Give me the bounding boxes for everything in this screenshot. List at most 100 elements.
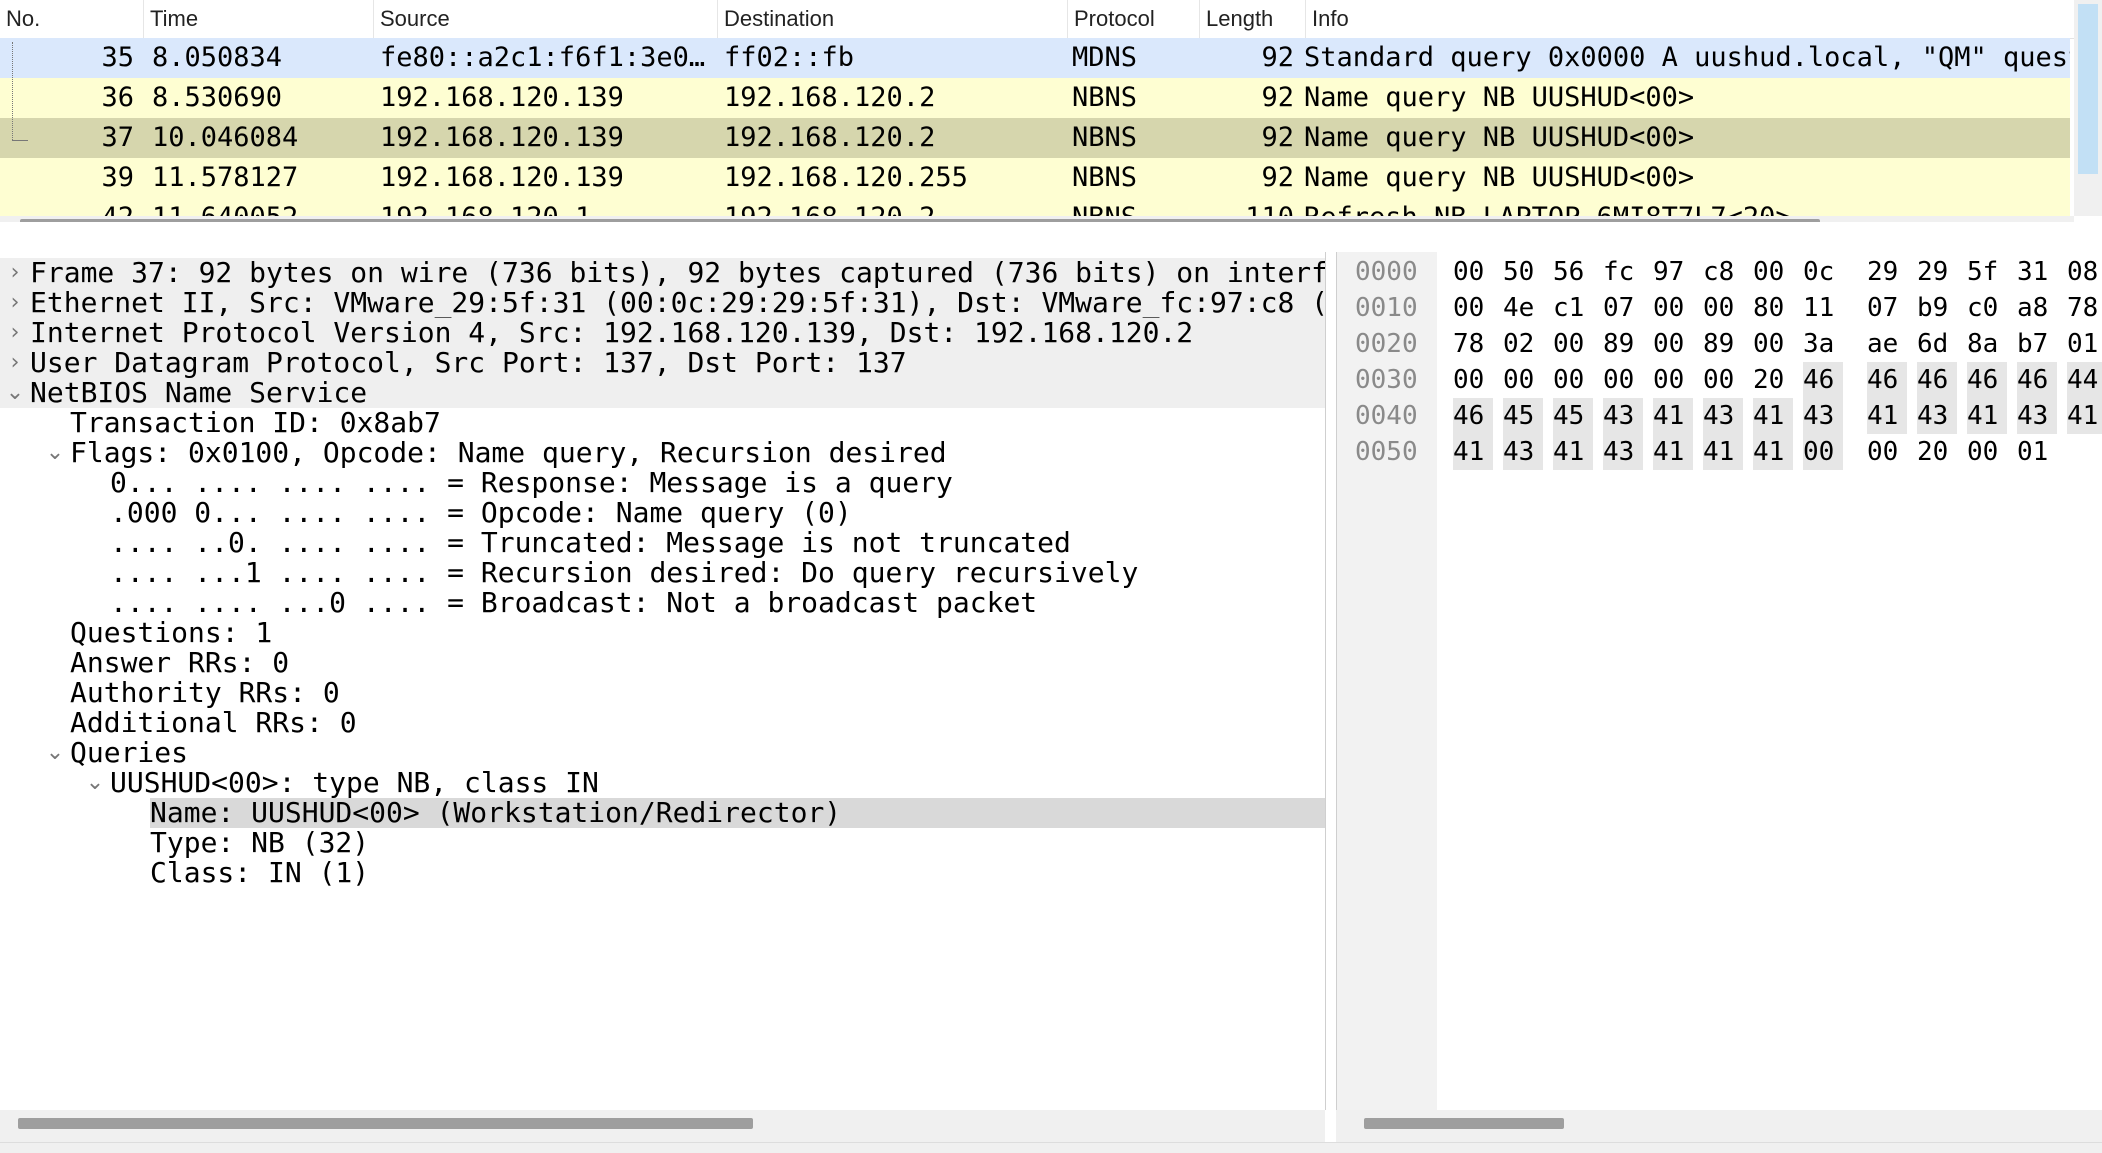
hex-byte[interactable]: a8 [2017, 290, 2057, 326]
hex-byte[interactable]: 07 [1867, 290, 1907, 326]
hex-byte[interactable]: 01 [2017, 434, 2057, 470]
hex-byte[interactable]: 41 [2067, 398, 2102, 434]
detail-tree-item[interactable]: Name: UUSHUD<00> (Workstation/Redirector… [0, 798, 1325, 828]
hex-byte[interactable]: 00 [1703, 290, 1743, 326]
hex-byte[interactable]: 31 [2017, 254, 2057, 290]
hex-byte[interactable]: 29 [1917, 254, 1957, 290]
hex-byte[interactable]: 41 [1553, 434, 1593, 470]
hex-byte[interactable]: 00 [1453, 290, 1493, 326]
detail-tree-item[interactable]: ⌄ Flags: 0x0100, Opcode: Name query, Recu… [0, 438, 1325, 468]
column-length[interactable]: Length [1200, 0, 1306, 38]
expand-arrow-icon[interactable]: › [4, 348, 26, 378]
hex-byte[interactable]: 45 [1553, 398, 1593, 434]
detail-tree-item[interactable]: Additional RRs: 0 [0, 708, 1325, 738]
column-no[interactable]: No. [0, 0, 144, 38]
hex-byte[interactable]: 00 [1967, 434, 2007, 470]
expand-arrow-icon[interactable]: › [4, 258, 26, 288]
hex-byte[interactable]: fc [1603, 254, 1643, 290]
hex-byte[interactable]: 00 [1753, 254, 1793, 290]
hex-byte[interactable]: 00 [1753, 326, 1793, 362]
hex-byte[interactable]: 41 [1867, 398, 1907, 434]
hex-byte[interactable]: 43 [1603, 434, 1643, 470]
detail-tree-item[interactable]: ⌄ UUSHUD<00>: type NB, class IN [0, 768, 1325, 798]
hex-byte[interactable]: 46 [2017, 362, 2057, 398]
details-horizontal-scrollbar[interactable] [0, 1110, 1325, 1142]
hex-byte[interactable]: 00 [1603, 362, 1643, 398]
hex-byte[interactable]: c8 [1703, 254, 1743, 290]
hex-byte[interactable]: b7 [2017, 326, 2057, 362]
hex-byte[interactable]: 00 [1703, 362, 1743, 398]
collapse-arrow-icon[interactable]: ⌄ [4, 378, 26, 408]
hex-byte[interactable]: 00 [1653, 362, 1693, 398]
scrollbar-thumb[interactable] [2078, 4, 2098, 174]
detail-tree-item[interactable]: Transaction ID: 0x8ab7 [0, 408, 1325, 438]
packet-list-vertical-scrollbar[interactable] [2074, 0, 2102, 216]
hex-byte[interactable]: ae [1867, 326, 1907, 362]
hex-byte[interactable]: 56 [1553, 254, 1593, 290]
collapse-arrow-icon[interactable]: ⌄ [44, 438, 66, 468]
hex-byte[interactable]: 43 [1917, 398, 1957, 434]
packet-bytes-pane[interactable]: 0000 0010 0020 0030 0040 0050 00 50 56 fc 97 c8 00 0… [1336, 252, 2102, 1110]
hex-byte[interactable]: 29 [1867, 254, 1907, 290]
hex-byte[interactable]: 00 [1453, 362, 1493, 398]
detail-tree-item[interactable]: › Ethernet II, Src: VMware_29:5f:31 (00:0… [0, 288, 1325, 318]
collapse-arrow-icon[interactable]: ⌄ [44, 738, 66, 768]
hex-byte[interactable]: 46 [1803, 362, 1843, 398]
hex-byte[interactable]: 80 [1753, 290, 1793, 326]
column-info[interactable]: Info [1306, 0, 2074, 38]
collapse-arrow-icon[interactable]: ⌄ [84, 768, 106, 798]
hex-byte[interactable]: c0 [1967, 290, 2007, 326]
detail-tree-item[interactable]: Authority RRs: 0 [0, 678, 1325, 708]
column-protocol[interactable]: Protocol [1068, 0, 1200, 38]
bytes-horizontal-scrollbar[interactable] [1336, 1110, 2102, 1142]
column-time[interactable]: Time [144, 0, 374, 38]
packet-list[interactable]: No. Time Source Destination Protocol Len… [0, 0, 2102, 222]
hex-byte[interactable]: 08 [2067, 254, 2102, 290]
hex-byte[interactable]: 89 [1703, 326, 1743, 362]
hex-byte[interactable]: 43 [1603, 398, 1643, 434]
hex-byte[interactable]: 07 [1603, 290, 1643, 326]
hex-byte[interactable]: 0c [1803, 254, 1843, 290]
detail-tree-item[interactable]: › User Datagram Protocol, Src Port: 137, … [0, 348, 1325, 378]
hex-byte[interactable]: 44 [2067, 362, 2102, 398]
hex-byte[interactable]: 43 [1803, 398, 1843, 434]
hex-byte[interactable]: 00 [1653, 326, 1693, 362]
hex-byte[interactable]: 41 [1453, 434, 1493, 470]
hex-byte[interactable]: 20 [1753, 362, 1793, 398]
hex-byte[interactable]: 20 [1917, 434, 1957, 470]
hex-byte[interactable]: 43 [2017, 398, 2057, 434]
hex-byte[interactable]: 00 [1653, 290, 1693, 326]
hex-byte[interactable]: 97 [1653, 254, 1693, 290]
hex-byte[interactable]: 4e [1503, 290, 1543, 326]
hex-byte[interactable]: 89 [1603, 326, 1643, 362]
hex-byte[interactable]: b9 [1917, 290, 1957, 326]
hex-byte[interactable]: 00 [1453, 254, 1493, 290]
detail-tree-item[interactable]: ⌄ NetBIOS Name Service [0, 378, 1325, 408]
packet-row[interactable]: 36 8.530690 192.168.120.139 192.168.120.2 NB… [0, 78, 2070, 118]
packet-details-pane[interactable]: › Frame 37: 92 bytes on wire (736 bits), … [0, 252, 1326, 1110]
packet-row[interactable]: 37 10.046084 192.168.120.139 192.168.120.2 N… [0, 118, 2070, 158]
hex-byte[interactable]: 41 [1967, 398, 2007, 434]
detail-tree-item[interactable]: Type: NB (32) [0, 828, 1325, 858]
expand-arrow-icon[interactable]: › [4, 318, 26, 348]
scrollbar-thumb[interactable] [18, 1118, 753, 1129]
hex-byte[interactable]: 41 [1753, 434, 1793, 470]
detail-tree-item[interactable]: .000 0... .... .... = Opcode: Name query… [0, 498, 1325, 528]
hex-byte[interactable]: 00 [1503, 362, 1543, 398]
detail-tree-item[interactable]: Answer RRs: 0 [0, 648, 1325, 678]
hex-byte[interactable]: 41 [1703, 434, 1743, 470]
hex-byte[interactable]: 41 [1753, 398, 1793, 434]
detail-tree-item[interactable]: .... ..0. .... .... = Truncated: Message… [0, 528, 1325, 558]
packet-list-horizontal-scrollbar[interactable] [0, 216, 2074, 222]
hex-byte[interactable]: 00 [1867, 434, 1907, 470]
hex-byte[interactable]: 46 [1867, 362, 1907, 398]
detail-tree-item[interactable]: 0... .... .... .... = Response: Message … [0, 468, 1325, 498]
column-destination[interactable]: Destination [718, 0, 1068, 38]
hex-byte[interactable]: 78 [1453, 326, 1493, 362]
hex-byte[interactable]: 45 [1503, 398, 1543, 434]
hex-byte[interactable]: 5f [1967, 254, 2007, 290]
hex-byte[interactable]: 00 [1553, 326, 1593, 362]
hex-byte[interactable]: 78 [2067, 290, 2102, 326]
hex-byte[interactable]: 8a [1967, 326, 2007, 362]
packet-row[interactable]: 39 11.578127 192.168.120.139 192.168.120.25… [0, 158, 2070, 198]
